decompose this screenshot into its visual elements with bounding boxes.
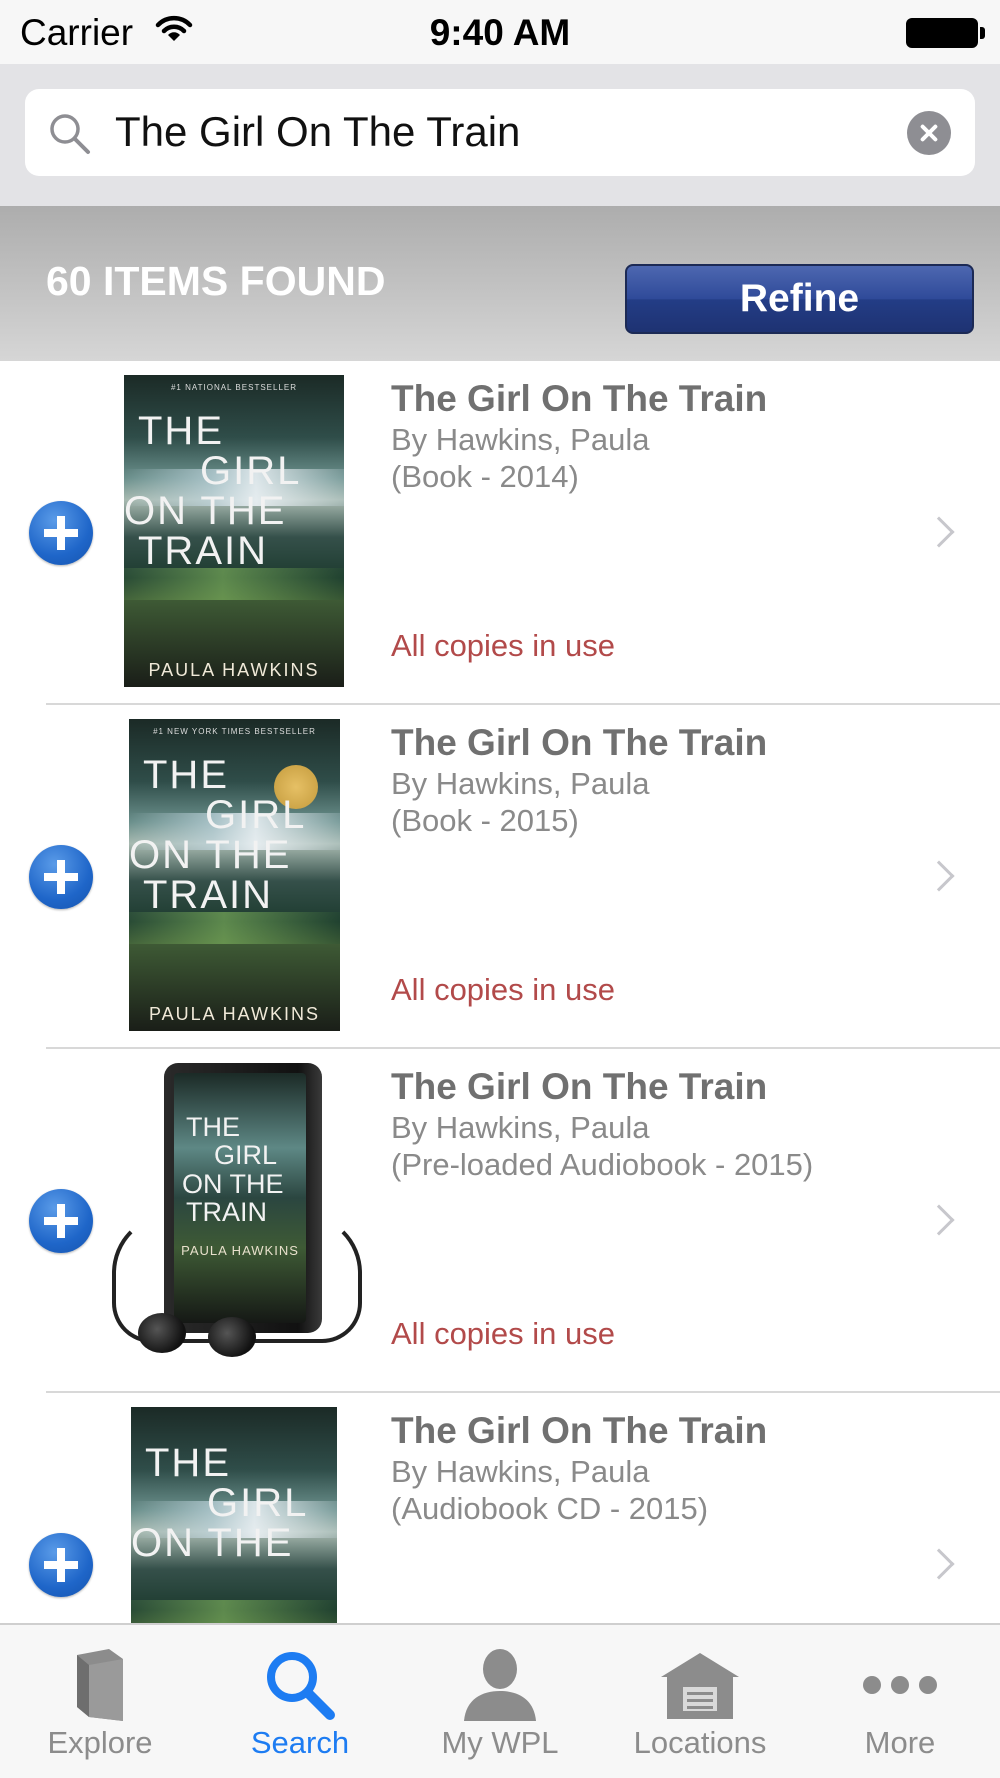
- clear-search-icon[interactable]: [907, 111, 951, 155]
- cover-author: PAULA HAWKINS: [181, 1243, 299, 1258]
- search-field[interactable]: [25, 89, 975, 176]
- tab-explore[interactable]: Explore: [0, 1625, 200, 1778]
- book-cover: #1 NATIONAL BESTSELLER THE GIRL ON THE T…: [124, 375, 344, 687]
- availability-status: All copies in use: [391, 972, 616, 1007]
- add-to-list-icon[interactable]: [29, 501, 93, 565]
- result-author: By Hawkins, Paula: [391, 766, 650, 801]
- chevron-right-icon[interactable]: [923, 516, 955, 548]
- cover-title: THE GIRL ON THE TRAIN: [182, 1112, 284, 1228]
- result-title: The Girl On The Train: [391, 1066, 768, 1107]
- cover-title: THE GIRL ON THE TRAIN: [129, 753, 307, 917]
- add-to-list-icon[interactable]: [29, 1189, 93, 1253]
- availability-status: All copies in use: [391, 628, 616, 663]
- chevron-right-icon[interactable]: [923, 860, 955, 892]
- result-format: (Book - 2015): [391, 803, 579, 838]
- result-info: The Girl On The Train By Hawkins, Paula …: [391, 1065, 931, 1183]
- person-icon: [458, 1647, 542, 1728]
- tab-bar: Explore Search My WPL Locations More: [0, 1623, 1000, 1778]
- result-info: The Girl On The Train By Hawkins, Paula …: [391, 1409, 931, 1527]
- tab-search[interactable]: Search: [200, 1625, 400, 1778]
- tab-more[interactable]: More: [800, 1625, 1000, 1778]
- cover-tagline: #1 NATIONAL BESTSELLER: [170, 383, 298, 392]
- result-row[interactable]: THE GIRL ON THE TRAIN PAULA HAWKINS The …: [0, 1049, 1000, 1393]
- result-format: (Pre-loaded Audiobook - 2015): [391, 1147, 814, 1182]
- cover-author: PAULA HAWKINS: [148, 1004, 321, 1024]
- tab-label: My WPL: [441, 1725, 559, 1760]
- book-cover: #1 NEW YORK TIMES BESTSELLER THE GIRL ON…: [129, 719, 340, 1031]
- search-input[interactable]: [115, 97, 905, 167]
- result-info: The Girl On The Train By Hawkins, Paula …: [391, 377, 931, 495]
- tab-label: More: [864, 1725, 936, 1760]
- battery-icon: [906, 18, 985, 48]
- result-title: The Girl On The Train: [391, 722, 768, 763]
- status-bar: Carrier 9:40 AM: [0, 0, 1000, 64]
- results-count: 60 ITEMS FOUND: [46, 258, 386, 304]
- cover-tagline: #1 NEW YORK TIMES BESTSELLER: [153, 727, 316, 736]
- audio-player-image: THE GIRL ON THE TRAIN PAULA HAWKINS: [112, 1063, 362, 1375]
- result-info: The Girl On The Train By Hawkins, Paula …: [391, 721, 931, 839]
- tab-label: Search: [250, 1725, 350, 1760]
- result-author: By Hawkins, Paula: [391, 1110, 650, 1145]
- result-author: By Hawkins, Paula: [391, 422, 650, 457]
- result-format: (Book - 2014): [391, 459, 579, 494]
- result-format: (Audiobook CD - 2015): [391, 1491, 709, 1526]
- search-icon: [47, 111, 93, 162]
- book-icon: [65, 1647, 135, 1728]
- cover-title: THE GIRL ON THE TRAIN: [124, 409, 302, 573]
- tab-label: Locations: [633, 1725, 767, 1760]
- result-row[interactable]: #1 NEW YORK TIMES BESTSELLER THE GIRL ON…: [0, 705, 1000, 1049]
- results-header: 60 ITEMS FOUND Refine: [0, 206, 1000, 361]
- results-list[interactable]: #1 NATIONAL BESTSELLER THE GIRL ON THE T…: [0, 361, 1000, 1623]
- result-title: The Girl On The Train: [391, 1410, 768, 1451]
- chevron-right-icon[interactable]: [923, 1548, 955, 1580]
- cover-author: PAULA HAWKINS: [148, 660, 320, 680]
- tab-my-wpl[interactable]: My WPL: [400, 1625, 600, 1778]
- availability-status: All copies in use: [391, 1316, 616, 1351]
- add-to-list-icon[interactable]: [29, 1533, 93, 1597]
- building-icon: [657, 1647, 743, 1728]
- add-to-list-icon[interactable]: [29, 845, 93, 909]
- chevron-right-icon[interactable]: [923, 1204, 955, 1236]
- result-author: By Hawkins, Paula: [391, 1454, 650, 1489]
- refine-button[interactable]: Refine: [625, 264, 974, 334]
- cover-title: THE GIRL ON THE: [131, 1441, 309, 1565]
- search-bar: [0, 64, 1000, 206]
- result-row[interactable]: #1 NATIONAL BESTSELLER THE GIRL ON THE T…: [0, 361, 1000, 705]
- book-cover: THE GIRL ON THE: [131, 1407, 337, 1623]
- tab-locations[interactable]: Locations: [600, 1625, 800, 1778]
- more-icon: [858, 1647, 942, 1728]
- search-icon: [262, 1647, 338, 1728]
- result-title: The Girl On The Train: [391, 378, 768, 419]
- result-row[interactable]: THE GIRL ON THE The Girl On The Train By…: [0, 1393, 1000, 1623]
- tab-label: Explore: [47, 1725, 153, 1760]
- clock: 9:40 AM: [429, 12, 571, 53]
